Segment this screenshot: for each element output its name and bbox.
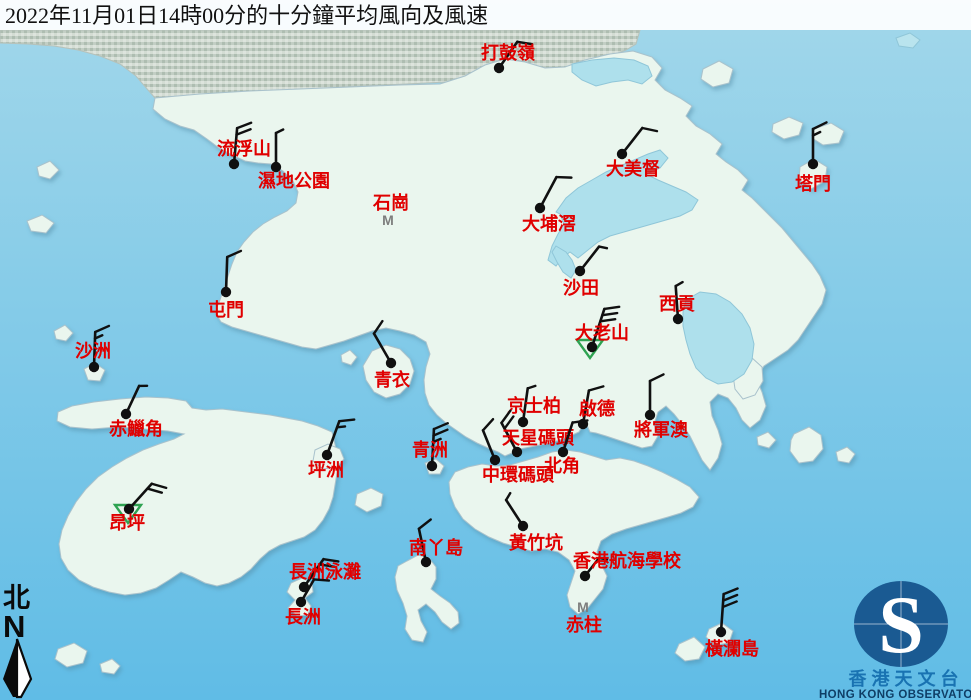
station-label[interactable]: 西貢 <box>659 294 695 314</box>
station-dot[interactable] <box>512 447 522 457</box>
logo-name-english: HONG KONG OBSERVATORY <box>819 689 971 700</box>
station-label[interactable]: 大埔滘 <box>522 213 576 234</box>
station-dot[interactable] <box>89 362 99 372</box>
station-dot[interactable] <box>490 455 500 465</box>
title-bar: 2022年11月01日14時00分的十分鐘平均風向及風速 <box>0 0 971 30</box>
station-dot[interactable] <box>296 597 306 607</box>
station-dot[interactable] <box>229 159 239 169</box>
logo-name-chinese: 香港天文台 <box>848 668 964 689</box>
station-dot[interactable] <box>535 203 545 213</box>
station-dot[interactable] <box>518 417 528 427</box>
station-dot[interactable] <box>580 571 590 581</box>
station-label[interactable]: 青洲 <box>412 440 448 460</box>
station-dot[interactable] <box>121 409 131 419</box>
station-dot[interactable] <box>421 557 431 567</box>
station-dot[interactable] <box>808 159 818 169</box>
station-dot[interactable] <box>494 63 504 73</box>
station-dot[interactable] <box>575 266 585 276</box>
station-label[interactable]: 青衣 <box>374 369 410 390</box>
station-dot[interactable] <box>427 461 437 471</box>
station-label[interactable]: 香港航海學校 <box>572 550 682 571</box>
station-label[interactable]: 北角 <box>544 455 580 476</box>
wind-barb-full <box>314 579 329 580</box>
station-dot[interactable] <box>386 358 396 368</box>
station-label[interactable]: 流浮山 <box>217 138 271 159</box>
station-dot[interactable] <box>645 410 655 420</box>
maintenance-marker: M <box>382 212 394 228</box>
station-label[interactable]: 石崗 <box>372 192 409 213</box>
station-dot[interactable] <box>322 450 332 460</box>
station-label[interactable]: 屯門 <box>208 299 244 320</box>
station-label[interactable]: 赤柱 <box>566 614 602 635</box>
station-label[interactable]: 長洲 <box>285 607 321 627</box>
hong-kong-wind-map: 打鼓嶺流浮山濕地公園大美督塔門M石崗大埔滘沙田屯門西貢沙洲大老山青衣赤鱲角京士柏… <box>0 0 971 700</box>
station-dot[interactable] <box>587 342 597 352</box>
station-label[interactable]: 赤鱲角 <box>109 418 163 439</box>
station-label[interactable]: 啟德 <box>579 398 615 419</box>
station-label[interactable]: 南丫島 <box>409 537 463 558</box>
station-dot[interactable] <box>617 149 627 159</box>
station-label[interactable]: 大美督 <box>606 158 660 179</box>
maintenance-marker: M <box>577 599 589 615</box>
station-label[interactable]: 沙洲 <box>75 341 111 361</box>
wind-barb-half <box>337 426 345 427</box>
station-label[interactable]: 大老山 <box>575 322 629 343</box>
station-dot[interactable] <box>518 521 528 531</box>
station-label[interactable]: 黃竹坑 <box>508 532 563 553</box>
station-dot[interactable] <box>221 287 231 297</box>
station-label[interactable]: 橫瀾島 <box>705 638 759 659</box>
logo-swirl-glyph: S <box>878 579 924 670</box>
station-label[interactable]: 打鼓嶺 <box>481 42 535 63</box>
wind-map-page: 打鼓嶺流浮山濕地公園大美督塔門M石崗大埔滘沙田屯門西貢沙洲大老山青衣赤鱲角京士柏… <box>0 0 971 700</box>
wind-barb-full <box>339 420 354 422</box>
station-label[interactable]: 沙田 <box>563 278 599 298</box>
station-label[interactable]: 長洲泳灘 <box>289 561 361 582</box>
wind-barb-half <box>599 247 607 249</box>
station-dot[interactable] <box>716 627 726 637</box>
compass-north-letter: N <box>3 609 25 644</box>
map-title: 2022年11月01日14時00分的十分鐘平均風向及風速 <box>5 3 488 28</box>
station-label[interactable]: 坪洲 <box>308 460 344 480</box>
station-label[interactable]: 京士柏 <box>507 395 561 416</box>
station-dot[interactable] <box>673 314 683 324</box>
wind-barb-full <box>556 177 571 178</box>
station-label[interactable]: 濕地公園 <box>258 170 330 191</box>
station-label[interactable]: 昂坪 <box>109 513 145 533</box>
station-label[interactable]: 塔門 <box>795 173 831 194</box>
station-label[interactable]: 將軍澳 <box>634 419 689 440</box>
wind-barb-staff <box>226 257 227 292</box>
